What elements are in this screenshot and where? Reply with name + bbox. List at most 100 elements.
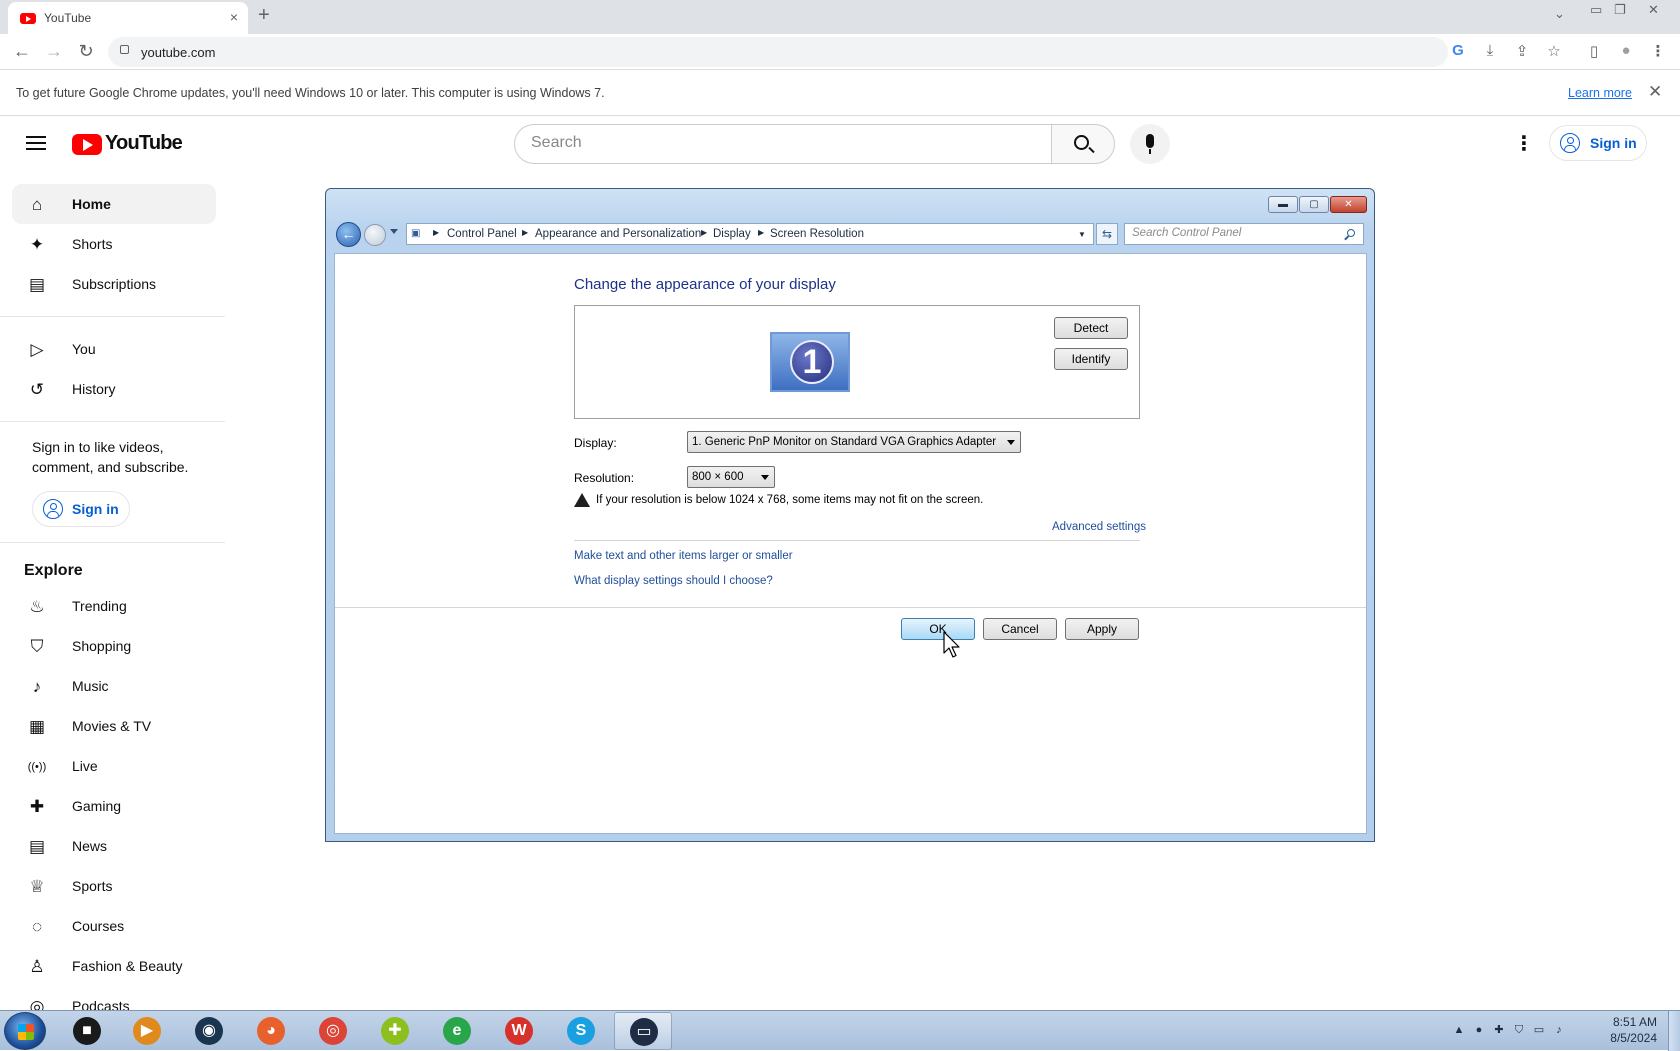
taskbar-app-chrome[interactable]: ◎ bbox=[304, 1012, 362, 1050]
minimize-button[interactable]: ▭ bbox=[1590, 2, 1602, 18]
taskbar-app-skype[interactable]: S bbox=[552, 1012, 610, 1050]
music-icon: ♪ bbox=[32, 677, 42, 696]
sidebar-item-fashion-beauty[interactable]: ♙ Fashion & Beauty bbox=[12, 946, 216, 986]
sidebar-item-history[interactable]: ↺ History bbox=[12, 369, 216, 409]
url-text[interactable]: youtube.com bbox=[141, 45, 215, 60]
sidebar-item-gaming[interactable]: ✚ Gaming bbox=[12, 786, 216, 826]
sidebar-item-movies-tv[interactable]: ▦ Movies & TV bbox=[12, 706, 216, 746]
tab-youtube[interactable]: YouTube × bbox=[8, 2, 248, 34]
more-options-icon[interactable]: ⋮ bbox=[1514, 131, 1534, 156]
search-button[interactable] bbox=[1051, 124, 1115, 164]
side-panel-icon[interactable]: ▯ bbox=[1584, 42, 1604, 60]
taskbar-app-steelseries[interactable]: ◉ bbox=[180, 1012, 238, 1050]
sidebar-item-label: Home bbox=[72, 196, 111, 212]
google-lens-icon[interactable]: G bbox=[1448, 42, 1468, 59]
network-tray-icon[interactable]: ▭ bbox=[1532, 1023, 1546, 1037]
sidebar-sign-in-button[interactable]: Sign in bbox=[32, 491, 130, 527]
forward-button[interactable]: → bbox=[44, 41, 64, 62]
search-box[interactable] bbox=[514, 124, 1052, 164]
update-tray-icon[interactable]: ✚ bbox=[1492, 1023, 1506, 1037]
breadcrumb-appearance[interactable]: Appearance and Personalization bbox=[535, 228, 701, 240]
control-panel-search[interactable] bbox=[1124, 223, 1364, 245]
taskbar-app-media-player[interactable]: ■ bbox=[58, 1012, 116, 1050]
tab-search-icon[interactable]: ⌄ bbox=[1554, 6, 1565, 22]
sidebar-item-live[interactable]: ((•)) Live bbox=[12, 746, 216, 786]
close-window-button[interactable]: ✕ bbox=[1648, 2, 1659, 18]
reload-button[interactable]: ↻ bbox=[76, 41, 96, 62]
sign-in-button[interactable]: Sign in bbox=[1549, 125, 1647, 161]
advanced-settings-link[interactable]: Advanced settings bbox=[1052, 521, 1146, 533]
dialog-close-button[interactable]: ✕ bbox=[1330, 196, 1367, 213]
plus-app-icon: ✚ bbox=[381, 1017, 409, 1045]
control-panel-search-input[interactable] bbox=[1132, 227, 1332, 239]
taskbar-app-plus-app[interactable]: ✚ bbox=[366, 1012, 424, 1050]
volume-tray-icon[interactable]: ♪ bbox=[1552, 1023, 1566, 1037]
resolution-select[interactable]: 800 × 600 bbox=[687, 466, 775, 488]
taskbar-app-firefox[interactable]: ◕ bbox=[242, 1012, 300, 1050]
sidebar-item-sports[interactable]: ♕ Sports bbox=[12, 866, 216, 906]
identify-button[interactable]: Identify bbox=[1054, 348, 1128, 370]
forward-arrow-icon[interactable] bbox=[364, 224, 386, 246]
taskbar-app-internet-explorer[interactable]: e bbox=[428, 1012, 486, 1050]
breadcrumb-display[interactable]: Display bbox=[713, 228, 751, 240]
bookmark-star-icon[interactable]: ☆ bbox=[1544, 42, 1564, 60]
restore-button[interactable]: ❐ bbox=[1614, 2, 1626, 18]
security-tray-icon[interactable]: ⛉ bbox=[1512, 1023, 1526, 1037]
ok-button[interactable]: OK bbox=[901, 618, 975, 640]
taskbar-app-wps-office[interactable]: W bbox=[490, 1012, 548, 1050]
breadcrumb-screen-resolution[interactable]: Screen Resolution bbox=[770, 228, 864, 240]
learn-more-link[interactable]: Learn more bbox=[1568, 86, 1632, 100]
share-icon[interactable]: ⇪ bbox=[1512, 42, 1532, 60]
sidebar-item-shorts[interactable]: ✦ Shorts bbox=[12, 224, 216, 264]
antivirus-tray-icon[interactable]: ● bbox=[1472, 1023, 1486, 1037]
control-panel-icon: ▣ bbox=[411, 228, 421, 239]
taskbar-app-media-player-classic[interactable]: ▶ bbox=[118, 1012, 176, 1050]
back-button[interactable]: ← bbox=[12, 41, 32, 62]
dialog-minimize-button[interactable]: ▬ bbox=[1268, 196, 1298, 213]
taskbar-app-display-settings[interactable]: ▭ bbox=[614, 1012, 672, 1050]
breadcrumb-control-panel[interactable]: Control Panel bbox=[447, 228, 517, 240]
show-hidden-icons[interactable]: ▲ bbox=[1452, 1023, 1466, 1037]
install-app-icon[interactable]: ⤓ bbox=[1480, 42, 1500, 59]
sidebar-item-subscriptions[interactable]: ▤ Subscriptions bbox=[12, 264, 216, 304]
dialog-maximize-button[interactable]: ▢ bbox=[1299, 196, 1329, 213]
sidebar-item-home[interactable]: ⌂ Home bbox=[12, 184, 216, 224]
new-tab-button[interactable]: + bbox=[258, 4, 270, 27]
wps-office-icon: W bbox=[505, 1017, 533, 1045]
apply-button[interactable]: Apply bbox=[1065, 618, 1139, 640]
monitor-icon[interactable]: 1 bbox=[770, 332, 850, 392]
section-divider bbox=[574, 540, 1140, 541]
voice-search-button[interactable] bbox=[1130, 124, 1170, 164]
cancel-button[interactable]: Cancel bbox=[983, 618, 1057, 640]
shopping-icon: ⛉ bbox=[30, 637, 44, 656]
show-desktop-button[interactable] bbox=[1668, 1011, 1680, 1051]
explorer-address-bar[interactable]: ▣ ▶ Control Panel ▶ Appearance and Perso… bbox=[406, 223, 1094, 245]
lock-icon[interactable] bbox=[120, 45, 129, 54]
address-dropdown-icon[interactable]: ▼ bbox=[1078, 230, 1086, 239]
chrome-menu-icon[interactable]: ⋮ bbox=[1648, 42, 1668, 60]
sidebar-item-news[interactable]: ▤ News bbox=[12, 826, 216, 866]
start-button[interactable] bbox=[4, 1012, 46, 1050]
refresh-icon[interactable]: ⇆ bbox=[1096, 223, 1118, 245]
sidebar-item-you[interactable]: ▷ You bbox=[12, 329, 216, 369]
detect-button[interactable]: Detect bbox=[1054, 317, 1128, 339]
display-select[interactable]: 1. Generic PnP Monitor on Standard VGA G… bbox=[687, 431, 1021, 453]
address-bar[interactable]: youtube.com bbox=[108, 37, 1448, 67]
tab-close-icon[interactable]: × bbox=[230, 9, 238, 25]
menu-icon[interactable] bbox=[26, 136, 46, 150]
sidebar-item-label: History bbox=[72, 381, 116, 397]
taskbar-clock[interactable]: 8:51 AM 8/5/2024 bbox=[1597, 1014, 1657, 1046]
sidebar-item-shopping[interactable]: ⛉ Shopping bbox=[12, 626, 216, 666]
sidebar-item-courses[interactable]: ◌ Courses bbox=[12, 906, 216, 946]
text-size-link[interactable]: Make text and other items larger or smal… bbox=[574, 550, 793, 562]
infobar-close-icon[interactable]: ✕ bbox=[1648, 82, 1662, 102]
sidebar-item-music[interactable]: ♪ Music bbox=[12, 666, 216, 706]
profile-avatar-icon[interactable]: ● bbox=[1616, 42, 1636, 59]
youtube-logo-icon[interactable] bbox=[72, 134, 102, 155]
search-input[interactable] bbox=[531, 134, 1031, 152]
sidebar-item-trending[interactable]: ♨ Trending bbox=[12, 586, 216, 626]
back-arrow-icon[interactable]: ← bbox=[336, 222, 361, 247]
recent-pages-dropdown-icon[interactable] bbox=[390, 229, 398, 234]
display-help-link[interactable]: What display settings should I choose? bbox=[574, 575, 773, 587]
youtube-wordmark[interactable]: YouTube bbox=[105, 132, 183, 155]
